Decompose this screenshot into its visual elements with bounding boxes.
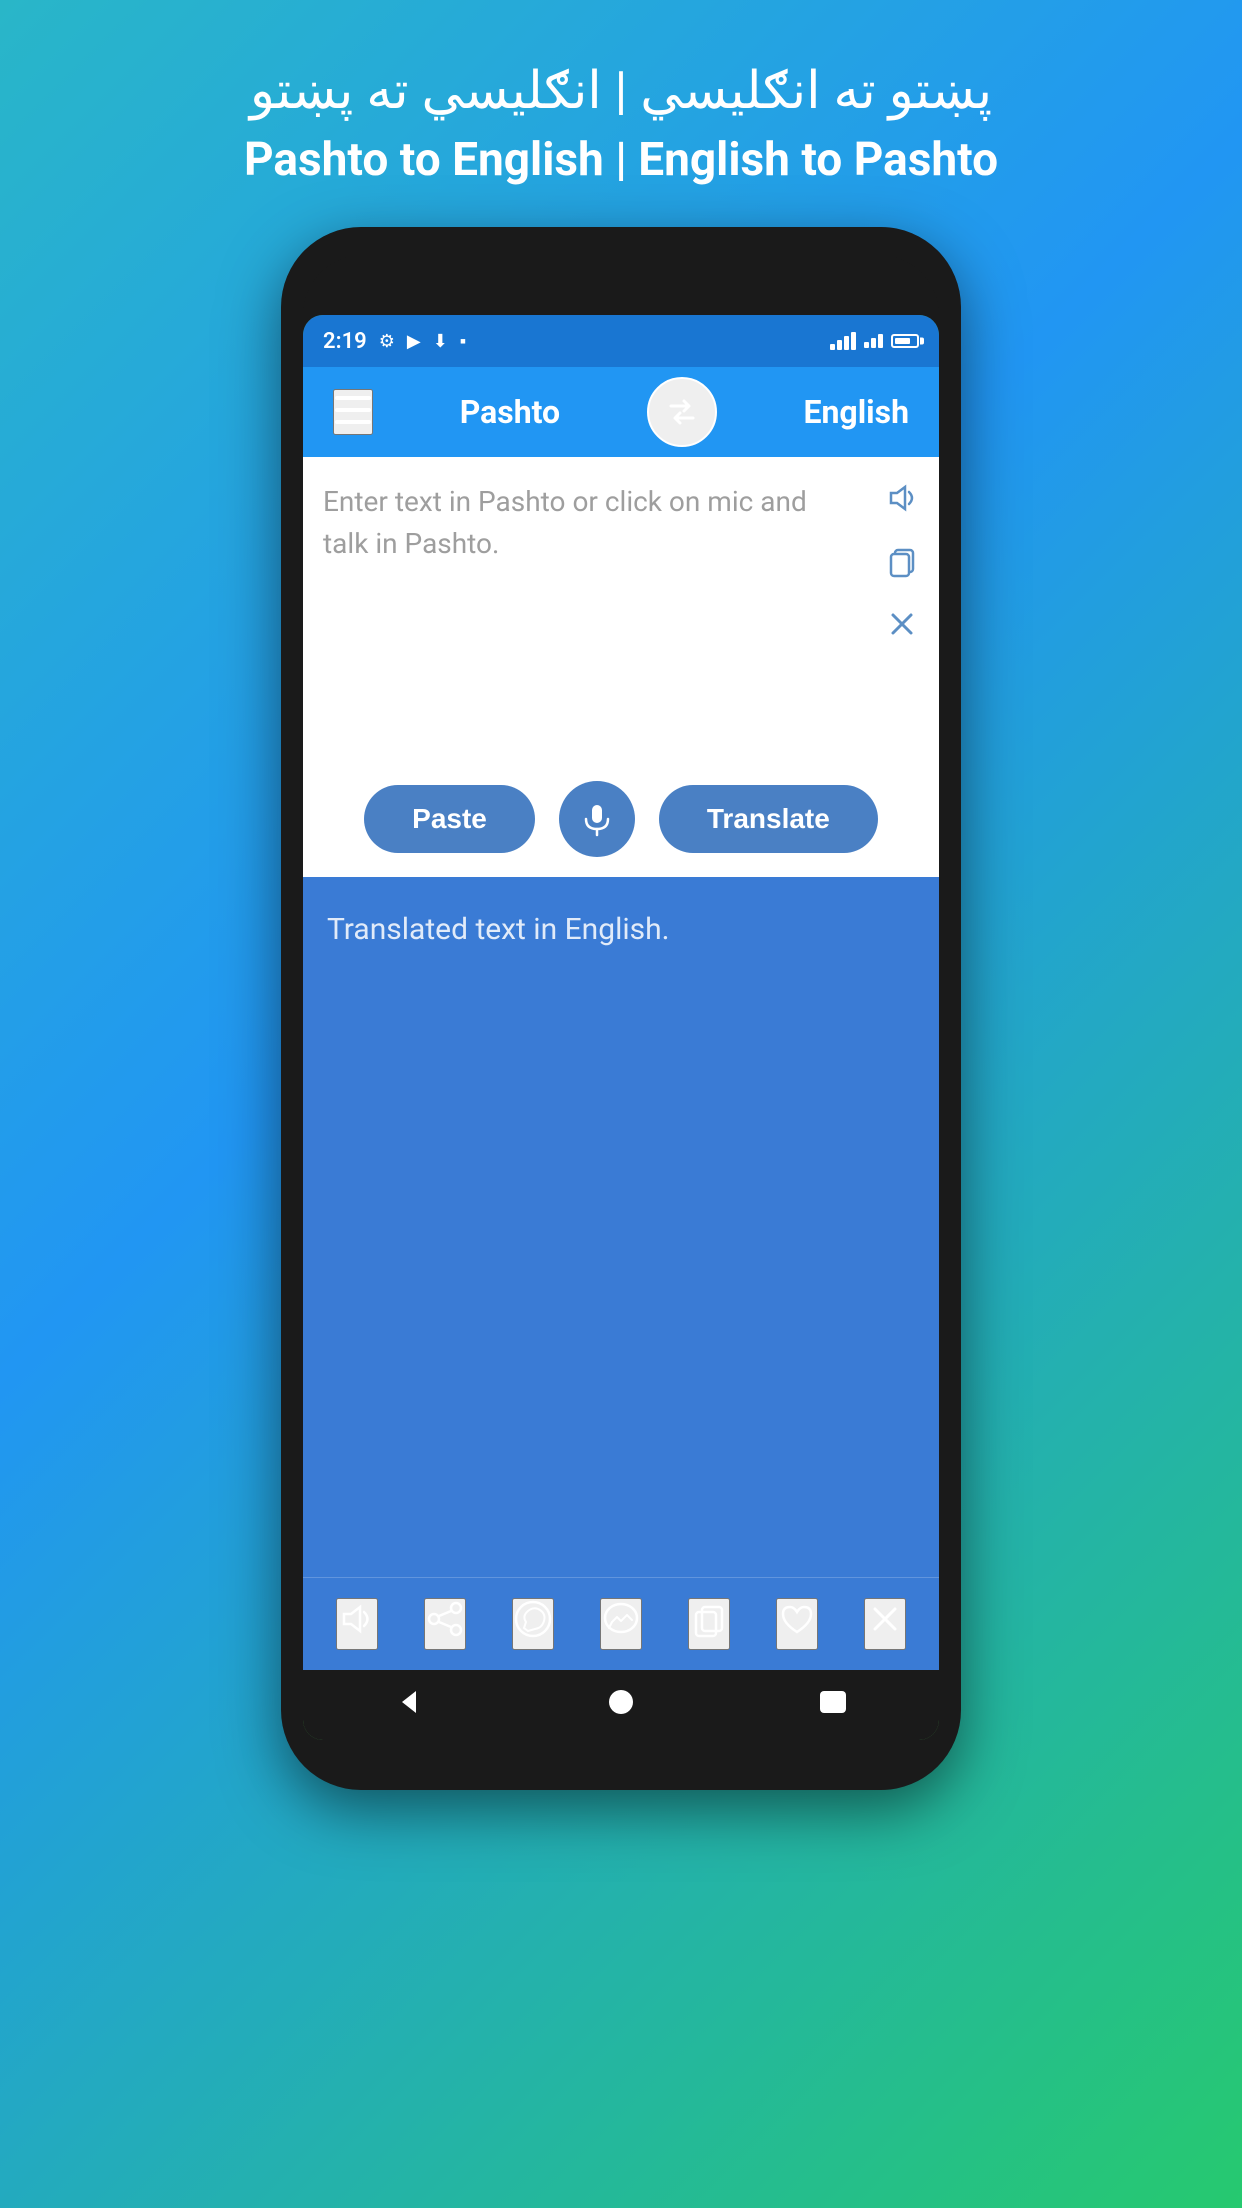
volume-input-button[interactable] xyxy=(885,481,919,524)
share-button[interactable] xyxy=(424,1598,466,1650)
settings-status-icon: ⚙ xyxy=(379,331,395,352)
mic-button[interactable] xyxy=(559,781,635,857)
volume-output-button[interactable] xyxy=(336,1598,378,1650)
clear-input-button[interactable] xyxy=(885,607,919,650)
output-placeholder-text: Translated text in English. xyxy=(327,907,915,952)
battery-icon xyxy=(891,334,919,348)
status-right xyxy=(830,332,919,350)
app-title-pashto: پښتو ته انګليسي | انګليسي ته پښتو xyxy=(244,60,998,121)
back-nav-button[interactable] xyxy=(394,1687,424,1724)
status-left: 2:19 ⚙ ▶ ⬇ ▪ xyxy=(323,329,466,354)
phone-frame: 2:19 ⚙ ▶ ⬇ ▪ xyxy=(281,227,961,1790)
target-language: English xyxy=(803,393,909,431)
bottom-action-bar xyxy=(303,1577,939,1670)
swap-languages-button[interactable] xyxy=(647,377,717,447)
copy-output-button[interactable] xyxy=(688,1598,730,1650)
play-status-icon: ▶ xyxy=(407,331,421,352)
status-bar: 2:19 ⚙ ▶ ⬇ ▪ xyxy=(303,315,939,367)
app-title-english: Pashto to English | English to Pashto xyxy=(244,133,998,187)
paste-button[interactable]: Paste xyxy=(364,785,535,853)
phone-screen: 2:19 ⚙ ▶ ⬇ ▪ xyxy=(303,315,939,1740)
navigation-bar xyxy=(303,1670,939,1740)
wifi-icon xyxy=(830,332,856,350)
input-action-icons xyxy=(885,481,919,650)
messenger-button[interactable] xyxy=(600,1598,642,1650)
battery-fill xyxy=(895,338,910,344)
sim-status-icon: ▪ xyxy=(460,331,466,352)
translate-button[interactable]: Translate xyxy=(659,785,878,853)
menu-button[interactable] xyxy=(333,389,373,435)
phone-notch xyxy=(303,255,939,315)
input-area: Enter text in Pashto or click on mic and… xyxy=(303,457,939,877)
time-display: 2:19 xyxy=(323,329,367,354)
whatsapp-button[interactable] xyxy=(512,1598,554,1650)
input-placeholder-text[interactable]: Enter text in Pashto or click on mic and… xyxy=(323,481,919,751)
download-status-icon: ⬇ xyxy=(433,331,448,352)
home-nav-button[interactable] xyxy=(606,1687,636,1724)
copy-input-button[interactable] xyxy=(885,544,919,587)
input-buttons-row: Paste Translate xyxy=(323,771,919,857)
favorite-button[interactable] xyxy=(776,1598,818,1650)
output-area: Translated text in English. xyxy=(303,877,939,1577)
recent-nav-button[interactable] xyxy=(818,1689,848,1722)
source-language: Pashto xyxy=(460,393,560,431)
app-bar: Pashto English xyxy=(303,367,939,457)
signal-icon xyxy=(864,334,883,348)
close-output-button[interactable] xyxy=(864,1598,906,1650)
app-title-area: پښتو ته انګليسي | انګليسي ته پښتو Pashto… xyxy=(204,0,1038,227)
input-text-section: Enter text in Pashto or click on mic and… xyxy=(323,481,919,751)
